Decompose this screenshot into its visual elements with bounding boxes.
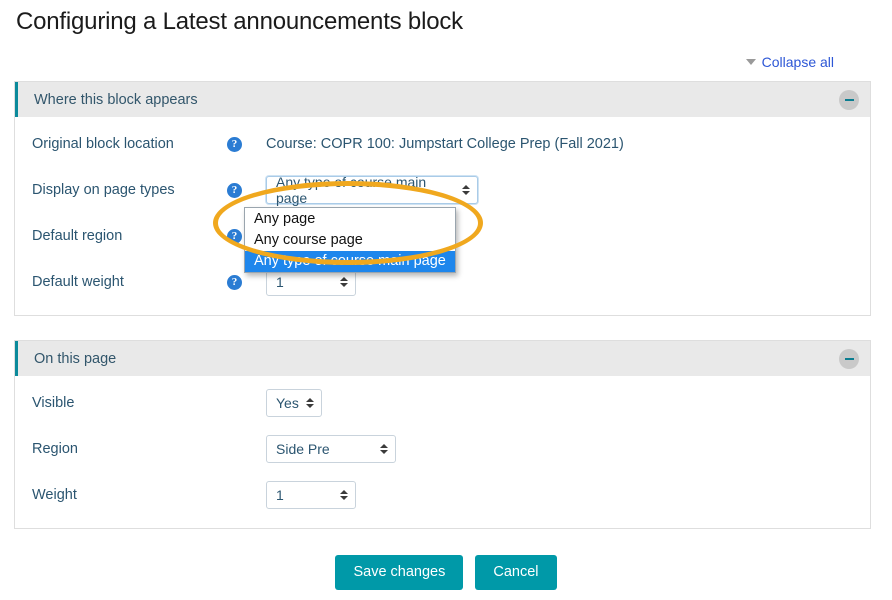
- row-weight: Weight 1: [15, 476, 870, 514]
- save-changes-button[interactable]: Save changes: [335, 555, 464, 590]
- select-value: Yes: [276, 395, 299, 411]
- section-body: Visible Yes Region Side Pre Weight 1: [15, 376, 870, 528]
- collapse-all-link[interactable]: Collapse all: [745, 54, 834, 70]
- select-arrows-icon: [380, 444, 388, 454]
- select-weight[interactable]: 1: [266, 481, 356, 509]
- collapse-all-row: Collapse all: [0, 36, 892, 70]
- select-value: Any type of course main page: [276, 174, 427, 206]
- row-original-block-location: Original block location ? Course: COPR 1…: [15, 125, 870, 163]
- value-original-block-location: Course: COPR 100: Jumpstart College Prep…: [266, 136, 624, 152]
- cancel-button[interactable]: Cancel: [475, 555, 557, 590]
- label-default-region: Default region: [32, 228, 123, 244]
- section-title: Where this block appears: [34, 91, 198, 108]
- caret-down-icon: [745, 59, 756, 65]
- select-display-on-page-types[interactable]: Any type of course main page: [266, 174, 478, 206]
- form-action-buttons: Save changes Cancel: [0, 555, 892, 590]
- label-visible: Visible: [32, 395, 75, 411]
- label-region: Region: [32, 441, 78, 457]
- select-value: Side Pre: [276, 441, 330, 457]
- collapse-toggle-button[interactable]: [839, 89, 859, 110]
- row-visible: Visible Yes: [15, 384, 870, 422]
- label-display-on-page-types: Display on page types: [32, 182, 175, 198]
- dropdown-option-selected[interactable]: Any type of course main page: [245, 251, 455, 272]
- row-display-on-page-types: Display on page types ? Any type of cour…: [15, 171, 870, 209]
- select-arrows-icon: [462, 185, 470, 195]
- label-weight: Weight: [32, 487, 77, 503]
- label-original-block-location: Original block location: [32, 136, 174, 152]
- minus-icon: [844, 357, 854, 360]
- dropdown-display-on-page-types[interactable]: Any page Any course page Any type of cou…: [244, 207, 456, 273]
- help-icon[interactable]: ?: [227, 274, 242, 290]
- help-icon[interactable]: ?: [227, 182, 242, 198]
- select-value: 1: [276, 274, 284, 290]
- select-arrows-icon: [306, 398, 314, 408]
- collapse-toggle-button[interactable]: [839, 348, 859, 369]
- help-icon[interactable]: ?: [227, 228, 242, 244]
- select-value: 1: [276, 487, 284, 503]
- label-default-weight: Default weight: [32, 274, 124, 290]
- dropdown-option[interactable]: Any page: [245, 209, 455, 230]
- dropdown-option[interactable]: Any course page: [245, 230, 455, 251]
- select-region[interactable]: Side Pre: [266, 435, 396, 463]
- section-header-on-this-page[interactable]: On this page: [15, 341, 870, 376]
- collapse-all-label: Collapse all: [761, 54, 834, 70]
- section-header-where-this-block-appears[interactable]: Where this block appears: [15, 82, 870, 117]
- help-icon[interactable]: ?: [227, 136, 242, 152]
- minus-icon: [844, 98, 854, 101]
- row-region: Region Side Pre: [15, 430, 870, 468]
- page-title: Configuring a Latest announcements block: [16, 8, 463, 35]
- select-arrows-icon: [340, 490, 348, 500]
- select-visible[interactable]: Yes: [266, 389, 322, 417]
- section-title: On this page: [34, 350, 117, 367]
- select-arrows-icon: [340, 277, 348, 287]
- section-on-this-page: On this page Visible Yes Region Side Pre: [14, 340, 871, 529]
- section-where-this-block-appears: Where this block appears Original block …: [14, 81, 871, 316]
